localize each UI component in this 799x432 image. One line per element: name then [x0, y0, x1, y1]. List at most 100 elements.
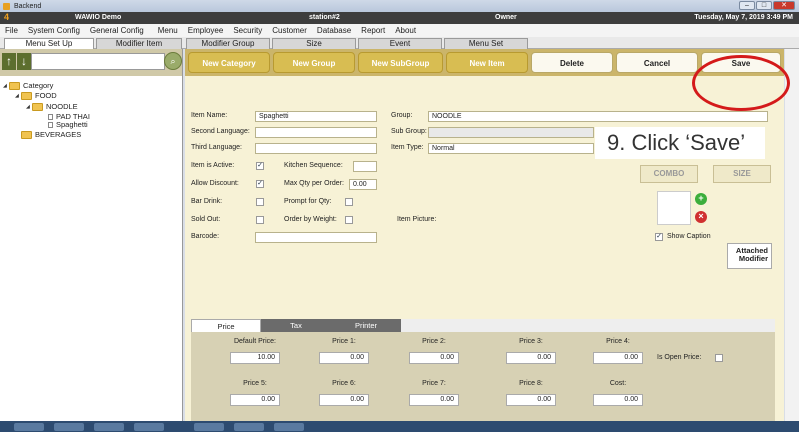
- price-label: Price 3:: [519, 338, 543, 345]
- taskbar-app[interactable]: [234, 423, 264, 431]
- tree-toolbar: ↑ ↓ ⌕: [0, 49, 182, 76]
- action-toolbar: New Category New Group New SubGroup New …: [185, 49, 784, 76]
- price-5-input[interactable]: 0.00: [230, 394, 280, 406]
- tree-label: FOOD: [35, 91, 57, 100]
- sold-out-label: Sold Out:: [191, 216, 221, 223]
- new-category-button[interactable]: New Category: [188, 52, 270, 73]
- taskbar-app[interactable]: [54, 423, 84, 431]
- bar-drink-label: Bar Drink:: [191, 198, 223, 205]
- menu-database[interactable]: Database: [312, 26, 356, 35]
- sold-out-checkbox[interactable]: [256, 216, 264, 224]
- price-4-input[interactable]: 0.00: [593, 352, 643, 364]
- tree-item-noodle[interactable]: ◢ NOODLE: [26, 102, 78, 111]
- highlight-circle: [692, 55, 790, 111]
- price-2-input[interactable]: 0.00: [409, 352, 459, 364]
- item-type-select[interactable]: Normal: [428, 143, 594, 154]
- minimize-icon[interactable]: –: [739, 1, 755, 10]
- second-language-input[interactable]: [255, 127, 377, 138]
- app-logo: 4: [4, 12, 10, 22]
- order-weight-checkbox[interactable]: [345, 216, 353, 224]
- maximize-icon[interactable]: □: [756, 1, 772, 10]
- price-label: Price 8:: [519, 380, 543, 387]
- tab-menu-set-up[interactable]: Menu Set Up: [4, 38, 94, 49]
- new-subgroup-button[interactable]: New SubGroup: [358, 52, 443, 73]
- cost-input[interactable]: 0.00: [593, 394, 643, 406]
- taskbar-app[interactable]: [134, 423, 164, 431]
- tree-item-spaghetti[interactable]: Spaghetti: [48, 120, 88, 129]
- tree-item-food[interactable]: ◢ FOOD: [15, 91, 57, 100]
- menu-file[interactable]: File: [0, 26, 23, 35]
- user-name: Owner: [495, 14, 517, 21]
- tab-event[interactable]: Event: [358, 38, 442, 49]
- taskbar-app[interactable]: [94, 423, 124, 431]
- item-name-input[interactable]: Spaghetti: [255, 111, 377, 122]
- add-picture-icon[interactable]: +: [695, 193, 707, 205]
- item-type-label: Item Type:: [391, 144, 424, 151]
- attached-modifier-button[interactable]: Attached Modifier: [727, 243, 772, 269]
- tab-printer[interactable]: Printer: [331, 319, 401, 332]
- close-icon[interactable]: ✕: [773, 1, 795, 10]
- tree-item-beverages[interactable]: BEVERAGES: [21, 130, 81, 139]
- sub-group-label: Sub Group:: [391, 128, 427, 135]
- tree-label: Category: [23, 81, 54, 90]
- menu-general-config[interactable]: General Config: [85, 26, 149, 35]
- size-button[interactable]: SIZE: [713, 165, 771, 183]
- price-6-input[interactable]: 0.00: [319, 394, 369, 406]
- tab-tax[interactable]: Tax: [261, 319, 331, 332]
- delete-button[interactable]: Delete: [531, 52, 613, 73]
- menu-report[interactable]: Report: [356, 26, 390, 35]
- menu-menu[interactable]: Menu: [153, 26, 183, 35]
- tab-price[interactable]: Price: [191, 319, 261, 332]
- open-price-checkbox[interactable]: [715, 354, 723, 362]
- menu-about[interactable]: About: [390, 26, 421, 35]
- menu-employee[interactable]: Employee: [183, 26, 229, 35]
- taskbar-app[interactable]: [194, 423, 224, 431]
- price-7-input[interactable]: 0.00: [409, 394, 459, 406]
- menu-security[interactable]: Security: [228, 26, 267, 35]
- show-caption-checkbox[interactable]: ✓: [655, 233, 663, 241]
- price-1-input[interactable]: 0.00: [319, 352, 369, 364]
- tab-size[interactable]: Size: [272, 38, 356, 49]
- item-picture-thumbnail[interactable]: [657, 191, 691, 225]
- scrollbar[interactable]: [785, 49, 799, 421]
- search-icon[interactable]: ⌕: [164, 52, 182, 70]
- search-input[interactable]: [31, 53, 165, 70]
- barcode-input[interactable]: [255, 232, 377, 243]
- allow-discount-checkbox[interactable]: ✓: [256, 180, 264, 188]
- remove-picture-icon[interactable]: ×: [695, 211, 707, 223]
- arrow-up-icon[interactable]: ↑: [2, 53, 16, 70]
- bar-drink-checkbox[interactable]: [256, 198, 264, 206]
- order-weight-label: Order by Weight:: [284, 216, 337, 223]
- max-qty-input[interactable]: 0.00: [349, 179, 377, 190]
- price-3-input[interactable]: 0.00: [506, 352, 556, 364]
- prompt-qty-checkbox[interactable]: [345, 198, 353, 206]
- datetime: Tuesday, May 7, 2019 3:49 PM: [694, 14, 793, 21]
- price-8-input[interactable]: 0.00: [506, 394, 556, 406]
- default-price-input[interactable]: 10.00: [230, 352, 280, 364]
- combo-button[interactable]: COMBO: [640, 165, 698, 183]
- taskbar-app[interactable]: [14, 423, 44, 431]
- tab-menu-set[interactable]: Menu Set: [444, 38, 528, 49]
- arrow-down-icon[interactable]: ↓: [17, 53, 31, 70]
- cancel-button[interactable]: Cancel: [616, 52, 698, 73]
- price-tabs: Price Tax Printer: [191, 319, 775, 332]
- price-label: Price 5:: [243, 380, 267, 387]
- kitchen-sequence-label: Kitchen Sequence:: [284, 162, 343, 169]
- sub-group-select[interactable]: [428, 127, 594, 138]
- taskbar-app[interactable]: [274, 423, 304, 431]
- tree-item-category[interactable]: ◢ Category: [3, 81, 53, 90]
- open-price-label: Is Open Price:: [657, 354, 702, 361]
- group-select[interactable]: NOODLE: [428, 111, 768, 122]
- tab-modifier-item[interactable]: Modifier Item: [96, 38, 182, 49]
- menu-system-config[interactable]: System Config: [23, 26, 85, 35]
- kitchen-sequence-input[interactable]: [353, 161, 377, 172]
- third-language-label: Third Language:: [191, 144, 242, 151]
- menu-customer[interactable]: Customer: [267, 26, 312, 35]
- new-group-button[interactable]: New Group: [273, 52, 355, 73]
- third-language-input[interactable]: [255, 143, 377, 154]
- tab-modifier-group[interactable]: Modifier Group: [186, 38, 270, 49]
- new-item-button[interactable]: New Item: [446, 52, 528, 73]
- allow-discount-label: Allow Discount:: [191, 180, 239, 187]
- item-active-checkbox[interactable]: ✓: [256, 162, 264, 170]
- tree-label: Spaghetti: [56, 120, 88, 129]
